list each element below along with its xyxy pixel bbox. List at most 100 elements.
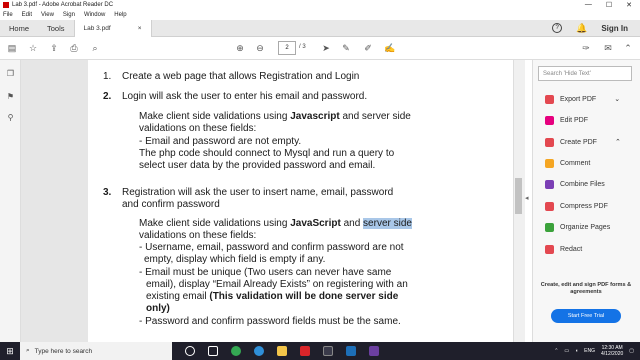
tab-home[interactable]: Home	[0, 20, 38, 37]
upload-icon[interactable]: ⇪	[48, 42, 60, 54]
windows-start-icon[interactable]: ⊞	[0, 342, 20, 360]
search-icon: ⌕	[26, 347, 30, 354]
app-icon[interactable]	[346, 346, 356, 356]
chevron-down-icon[interactable]: ⌄	[614, 95, 620, 103]
previous-page-icon[interactable]: ⊕	[234, 42, 246, 54]
scrollbar-thumb[interactable]	[515, 178, 522, 214]
bold-text: JavaScript	[290, 218, 341, 229]
tools-search-input[interactable]: Search 'Hide Text'	[538, 66, 632, 81]
paragraph-line: The php code should connect to Mysql and…	[139, 148, 395, 159]
save-icon[interactable]: ▤	[6, 42, 18, 54]
tab-document[interactable]: Lab 3.pdf ×	[73, 19, 152, 37]
app-icon[interactable]	[323, 346, 333, 356]
clock[interactable]: 12:30 AM 4/12/2020	[601, 345, 623, 357]
tool-create-pdf[interactable]: Create PDF ⌃	[545, 136, 621, 148]
menu-window[interactable]: Window	[84, 12, 105, 18]
menu-edit[interactable]: Edit	[22, 12, 32, 18]
sign-in-button[interactable]: Sign In	[601, 24, 628, 33]
document-viewport[interactable]: 1. Create a web page that allows Registr…	[21, 60, 518, 342]
tool-label: Combine Files	[560, 180, 605, 188]
taskbar-search-placeholder: Type here to search	[34, 347, 93, 355]
date: 4/12/2020	[601, 351, 624, 357]
cortana-icon[interactable]	[185, 346, 195, 356]
tab-close-icon[interactable]: ×	[138, 25, 142, 32]
attachments-paperclip-icon[interactable]: ⚲	[5, 112, 16, 123]
search-icon[interactable]: ⌕	[89, 42, 101, 54]
chevron-up-icon[interactable]: ⌃	[615, 138, 621, 146]
collapse-right-panel-icon[interactable]: ◂	[525, 194, 529, 202]
tool-label: Organize Pages	[560, 223, 611, 231]
tab-tools[interactable]: Tools	[38, 20, 74, 37]
bookmark-star-icon[interactable]: ☆	[27, 42, 39, 54]
redact-icon	[545, 244, 554, 254]
notifications-bell-icon[interactable]: 🔔	[576, 23, 587, 34]
list-item-text: Registration will ask the user to insert…	[122, 187, 394, 198]
comment-pen-icon[interactable]: ✎	[340, 42, 352, 54]
organize-pages-icon	[545, 222, 554, 232]
menu-sign[interactable]: Sign	[63, 12, 75, 18]
tool-redact[interactable]: Redact	[545, 243, 582, 255]
taskbar-search-box[interactable]: ⌕ Type here to search	[20, 342, 172, 360]
selected-text[interactable]: server side	[363, 218, 412, 229]
close-window-button[interactable]: ✕	[626, 1, 632, 9]
minimize-button[interactable]: —	[585, 1, 592, 9]
windows-taskbar: ⊞ ⌕ Type here to search ⌃ ▭ ◖ ENG 12:30 …	[0, 342, 640, 360]
bookmarks-icon[interactable]: ⚑	[5, 91, 16, 102]
tool-export-pdf[interactable]: Export PDF ⌄	[545, 93, 620, 105]
next-page-icon[interactable]: ⊖	[254, 42, 266, 54]
language-indicator[interactable]: ENG	[584, 348, 595, 354]
file-explorer-icon[interactable]	[277, 346, 287, 356]
share-link-icon[interactable]: ✑	[580, 42, 592, 54]
edge-icon[interactable]	[254, 346, 264, 356]
acrobat-taskbar-icon[interactable]	[300, 346, 310, 356]
tool-label: Edit PDF	[560, 116, 589, 124]
help-icon[interactable]: ?	[552, 23, 563, 33]
tool-comment[interactable]: Comment	[545, 157, 590, 169]
window-title: Lab 3.pdf - Adobe Acrobat Reader DC	[12, 2, 114, 8]
tool-edit-pdf[interactable]: Edit PDF	[545, 114, 588, 126]
menu-view[interactable]: View	[41, 12, 54, 18]
mail-icon[interactable]: ✉	[602, 42, 614, 54]
paragraph-line: - Email and password are not empty.	[139, 136, 302, 147]
paragraph-line: - Password and confirm password fields m…	[139, 316, 401, 327]
collapse-panel-icon[interactable]: ⌃	[622, 42, 634, 54]
menu-help[interactable]: Help	[114, 12, 126, 18]
task-view-icon[interactable]	[208, 346, 218, 356]
highlight-pen-icon[interactable]: ✐	[362, 42, 374, 54]
tool-label: Redact	[560, 245, 583, 253]
paragraph-line: - Email must be unique (Two users can ne…	[139, 267, 392, 278]
toolbar: ▤ ☆ ⇪ ⎙ ⌕ ⊕ ⊖ ➤ ✎ ✐ ✍ ✑ ✉ ⌃	[0, 37, 640, 60]
page-total: / 3	[299, 44, 306, 50]
chrome-icon[interactable]	[231, 346, 241, 356]
select-cursor-icon[interactable]: ➤	[320, 42, 332, 54]
maximize-button[interactable]: ☐	[606, 1, 612, 9]
chevron-up-icon[interactable]: ⌃	[554, 348, 558, 354]
volume-icon[interactable]: ◖	[575, 348, 578, 354]
tool-organize-pages[interactable]: Organize Pages	[545, 221, 610, 233]
paragraph-line: validations on these fields:	[139, 230, 257, 241]
page-thumbnails-icon[interactable]: ❐	[5, 68, 16, 79]
text-run: and server side	[339, 111, 411, 122]
tool-compress-pdf[interactable]: Compress PDF	[545, 200, 608, 212]
start-free-trial-button[interactable]: Start Free Trial	[551, 309, 621, 323]
tool-combine-files[interactable]: Combine Files	[545, 178, 605, 190]
menu-file[interactable]: File	[3, 12, 13, 18]
list-number: 1.	[103, 71, 112, 82]
export-pdf-icon	[545, 94, 554, 104]
app-icon[interactable]	[369, 346, 379, 356]
list-number: 3.	[103, 187, 112, 198]
paragraph-line: only)	[146, 303, 170, 314]
text-run: and	[340, 218, 364, 229]
text-run: Make client side validations using	[139, 111, 291, 122]
print-icon[interactable]: ⎙	[68, 42, 80, 54]
list-item-text: and confirm password	[122, 199, 220, 210]
tool-label: Export PDF	[560, 95, 597, 103]
page-number-input[interactable]: 2	[278, 41, 296, 55]
notification-center-icon[interactable]: ▢	[629, 348, 634, 354]
paragraph-line: email), display “Email Already Exists” o…	[146, 279, 408, 290]
list-number: 2.	[103, 91, 112, 102]
network-icon[interactable]: ▭	[564, 348, 569, 354]
tab-bar: Home Tools Lab 3.pdf × ? 🔔 Sign In	[0, 19, 640, 37]
fill-sign-icon[interactable]: ✍	[384, 42, 396, 54]
tool-label: Create PDF	[560, 138, 597, 146]
